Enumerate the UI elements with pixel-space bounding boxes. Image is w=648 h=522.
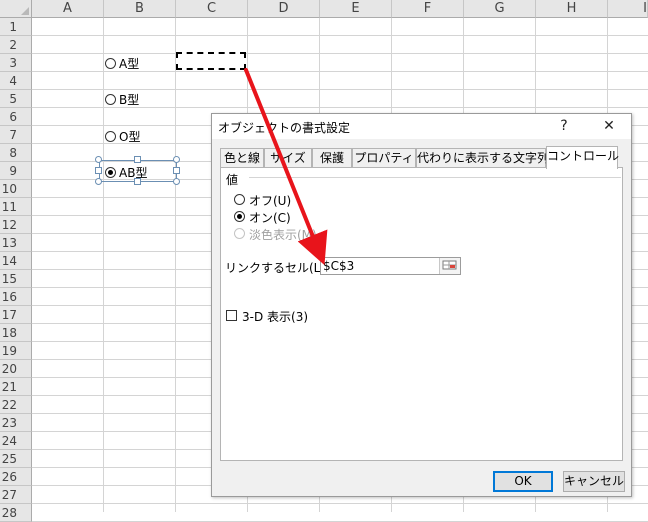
select-all-triangle-icon [21, 7, 29, 15]
row-header[interactable]: 4 [0, 72, 32, 90]
control-tab-panel: 値 オフ(U) オン(C) 淡色表示(M) リンクするセル(L): $C$3 3… [220, 167, 623, 461]
row-header[interactable]: 23 [0, 414, 32, 432]
row-header[interactable]: 19 [0, 342, 32, 360]
value-group-label: 値 [226, 173, 239, 187]
row-header[interactable]: 3 [0, 54, 32, 72]
radio-circle-icon [105, 131, 116, 142]
column-header-c[interactable]: C [176, 0, 248, 18]
format-object-dialog: オブジェクトの書式設定 ? ✕ 色と線 サイズ 保護 プロパティ 代わりに表示す… [211, 113, 632, 497]
3d-checkbox[interactable] [226, 310, 237, 321]
resize-handle-icon[interactable] [173, 167, 180, 174]
row-header[interactable]: 26 [0, 468, 32, 486]
close-icon[interactable]: ✕ [597, 117, 621, 135]
row-gridline [32, 35, 648, 36]
3d-checkbox-label[interactable]: 3-D 表示(3) [242, 308, 308, 325]
resize-handle-icon[interactable] [95, 156, 102, 163]
column-header-g[interactable]: G [464, 0, 536, 18]
option-button-a[interactable]: A型 [105, 55, 139, 72]
column-header-h[interactable]: H [536, 0, 608, 18]
column-header-d[interactable]: D [248, 0, 320, 18]
tab-alt-text[interactable]: 代わりに表示する文字列 [416, 148, 549, 168]
row-header[interactable]: 25 [0, 450, 32, 468]
row-header[interactable]: 28 [0, 504, 32, 522]
row-header[interactable]: 10 [0, 180, 32, 198]
row-header[interactable]: 13 [0, 234, 32, 252]
option-button-ab[interactable]: AB型 [105, 164, 147, 181]
radio-selected-icon [105, 167, 116, 178]
radio-on-label[interactable]: オン(C) [249, 209, 291, 226]
row-gridline [32, 53, 648, 54]
range-select-button[interactable] [439, 258, 460, 274]
column-header-f[interactable]: F [392, 0, 464, 18]
row-header[interactable]: 2 [0, 36, 32, 54]
row-header[interactable]: 11 [0, 198, 32, 216]
row-header[interactable]: 24 [0, 432, 32, 450]
row-header[interactable]: 18 [0, 324, 32, 342]
option-label-ab: AB型 [119, 166, 148, 180]
tab-size[interactable]: サイズ [264, 148, 312, 168]
resize-handle-icon[interactable] [173, 178, 180, 185]
ok-button[interactable]: OK [493, 471, 553, 492]
tab-properties[interactable]: プロパティ [352, 148, 416, 168]
radio-off-label[interactable]: オフ(U) [249, 192, 291, 209]
option-button-o[interactable]: O型 [105, 128, 140, 145]
option-label-o: O型 [119, 130, 141, 144]
column-header-e[interactable]: E [320, 0, 392, 18]
cancel-button[interactable]: キャンセル [563, 471, 625, 492]
row-header[interactable]: 9 [0, 162, 32, 180]
row-header[interactable]: 5 [0, 90, 32, 108]
column-header-b[interactable]: B [104, 0, 176, 18]
option-button-b[interactable]: B型 [105, 91, 139, 108]
dialog-titlebar[interactable]: オブジェクトの書式設定 ? ✕ [212, 114, 631, 139]
link-cell-label: リンクするセル(L): [225, 261, 330, 275]
radio-off-circle-icon[interactable] [234, 194, 245, 205]
row-header[interactable]: 22 [0, 396, 32, 414]
column-header-i[interactable]: I [608, 0, 648, 18]
row-header[interactable]: 21 [0, 378, 32, 396]
resize-handle-icon[interactable] [134, 156, 141, 163]
resize-handle-icon[interactable] [95, 167, 102, 174]
dialog-title: オブジェクトの書式設定 [218, 121, 351, 135]
radio-mixed-label: 淡色表示(M) [249, 228, 317, 242]
tab-color-line[interactable]: 色と線 [220, 148, 264, 168]
tab-protection[interactable]: 保護 [312, 148, 352, 168]
range-select-icon [442, 260, 457, 270]
option-label-a: A型 [119, 57, 140, 71]
select-all-corner[interactable] [0, 0, 32, 18]
row-header[interactable]: 6 [0, 108, 32, 126]
option-label-b: B型 [119, 93, 140, 107]
resize-handle-icon[interactable] [95, 178, 102, 185]
radio-mixed-circle-icon [234, 228, 245, 239]
row-header[interactable]: 17 [0, 306, 32, 324]
tab-control[interactable]: コントロール [546, 146, 619, 169]
resize-handle-icon[interactable] [173, 156, 180, 163]
group-divider [249, 177, 621, 178]
row-header[interactable]: 7 [0, 126, 32, 144]
row-header[interactable]: 8 [0, 144, 32, 162]
row-header[interactable]: 12 [0, 216, 32, 234]
help-icon[interactable]: ? [552, 117, 576, 135]
row-header[interactable]: 15 [0, 270, 32, 288]
linked-cell-c3-marquee[interactable] [176, 52, 246, 70]
row-header[interactable]: 27 [0, 486, 32, 504]
row-gridline [32, 89, 648, 90]
row-header[interactable]: 1 [0, 18, 32, 36]
row-header[interactable]: 14 [0, 252, 32, 270]
row-header[interactable]: 20 [0, 360, 32, 378]
radio-circle-icon [105, 94, 116, 105]
row-gridline [32, 503, 648, 504]
radio-on-circle-icon[interactable] [234, 211, 245, 222]
column-header-a[interactable]: A [32, 0, 104, 18]
row-header[interactable]: 16 [0, 288, 32, 306]
radio-circle-icon [105, 58, 116, 69]
